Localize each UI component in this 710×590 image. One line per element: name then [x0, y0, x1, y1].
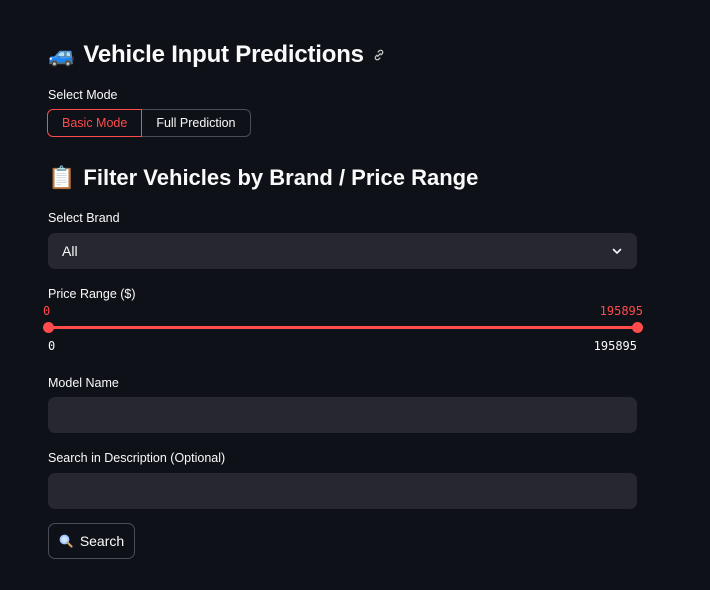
price-label: Price Range ($) [48, 287, 136, 301]
brand-label: Select Brand [48, 211, 120, 225]
basic-mode-button[interactable]: Basic Mode [47, 109, 143, 137]
mode-segmented-control: Basic Mode Full Prediction [47, 109, 251, 137]
price-low-value: 0 [43, 304, 51, 318]
price-slider-low-thumb[interactable] [43, 322, 54, 333]
search-button[interactable]: Search [48, 523, 135, 559]
link-icon[interactable] [372, 48, 386, 62]
brand-select-value: All [62, 243, 78, 259]
brand-select[interactable]: All [48, 233, 637, 269]
description-search-input[interactable] [48, 473, 637, 509]
page-title: 🚙 Vehicle Input Predictions [48, 38, 386, 72]
price-high-value: 195895 [599, 304, 643, 318]
clipboard-icon: 📋 [48, 165, 76, 190]
description-label: Search in Description (Optional) [48, 451, 226, 465]
search-button-label: Search [79, 533, 125, 549]
app-main: 🚙 Vehicle Input Predictions Select Mode … [0, 0, 710, 590]
model-label: Model Name [48, 376, 119, 390]
page-title-text: Vehicle Input Predictions [83, 41, 364, 68]
price-slider-track[interactable] [48, 326, 637, 329]
filter-heading: 📋 Filter Vehicles by Brand / Price Range [48, 162, 478, 194]
car-icon: 🚙 [48, 42, 76, 67]
model-name-input[interactable] [48, 397, 637, 433]
price-min-label: 0 [48, 339, 56, 353]
full-prediction-button[interactable]: Full Prediction [142, 109, 251, 137]
price-slider-high-thumb[interactable] [632, 322, 643, 333]
filter-heading-text: Filter Vehicles by Brand / Price Range [83, 165, 479, 190]
mode-label: Select Mode [48, 88, 118, 102]
magnifier-icon [59, 534, 73, 548]
chevron-down-icon [612, 248, 622, 254]
price-max-label: 195895 [593, 339, 637, 353]
